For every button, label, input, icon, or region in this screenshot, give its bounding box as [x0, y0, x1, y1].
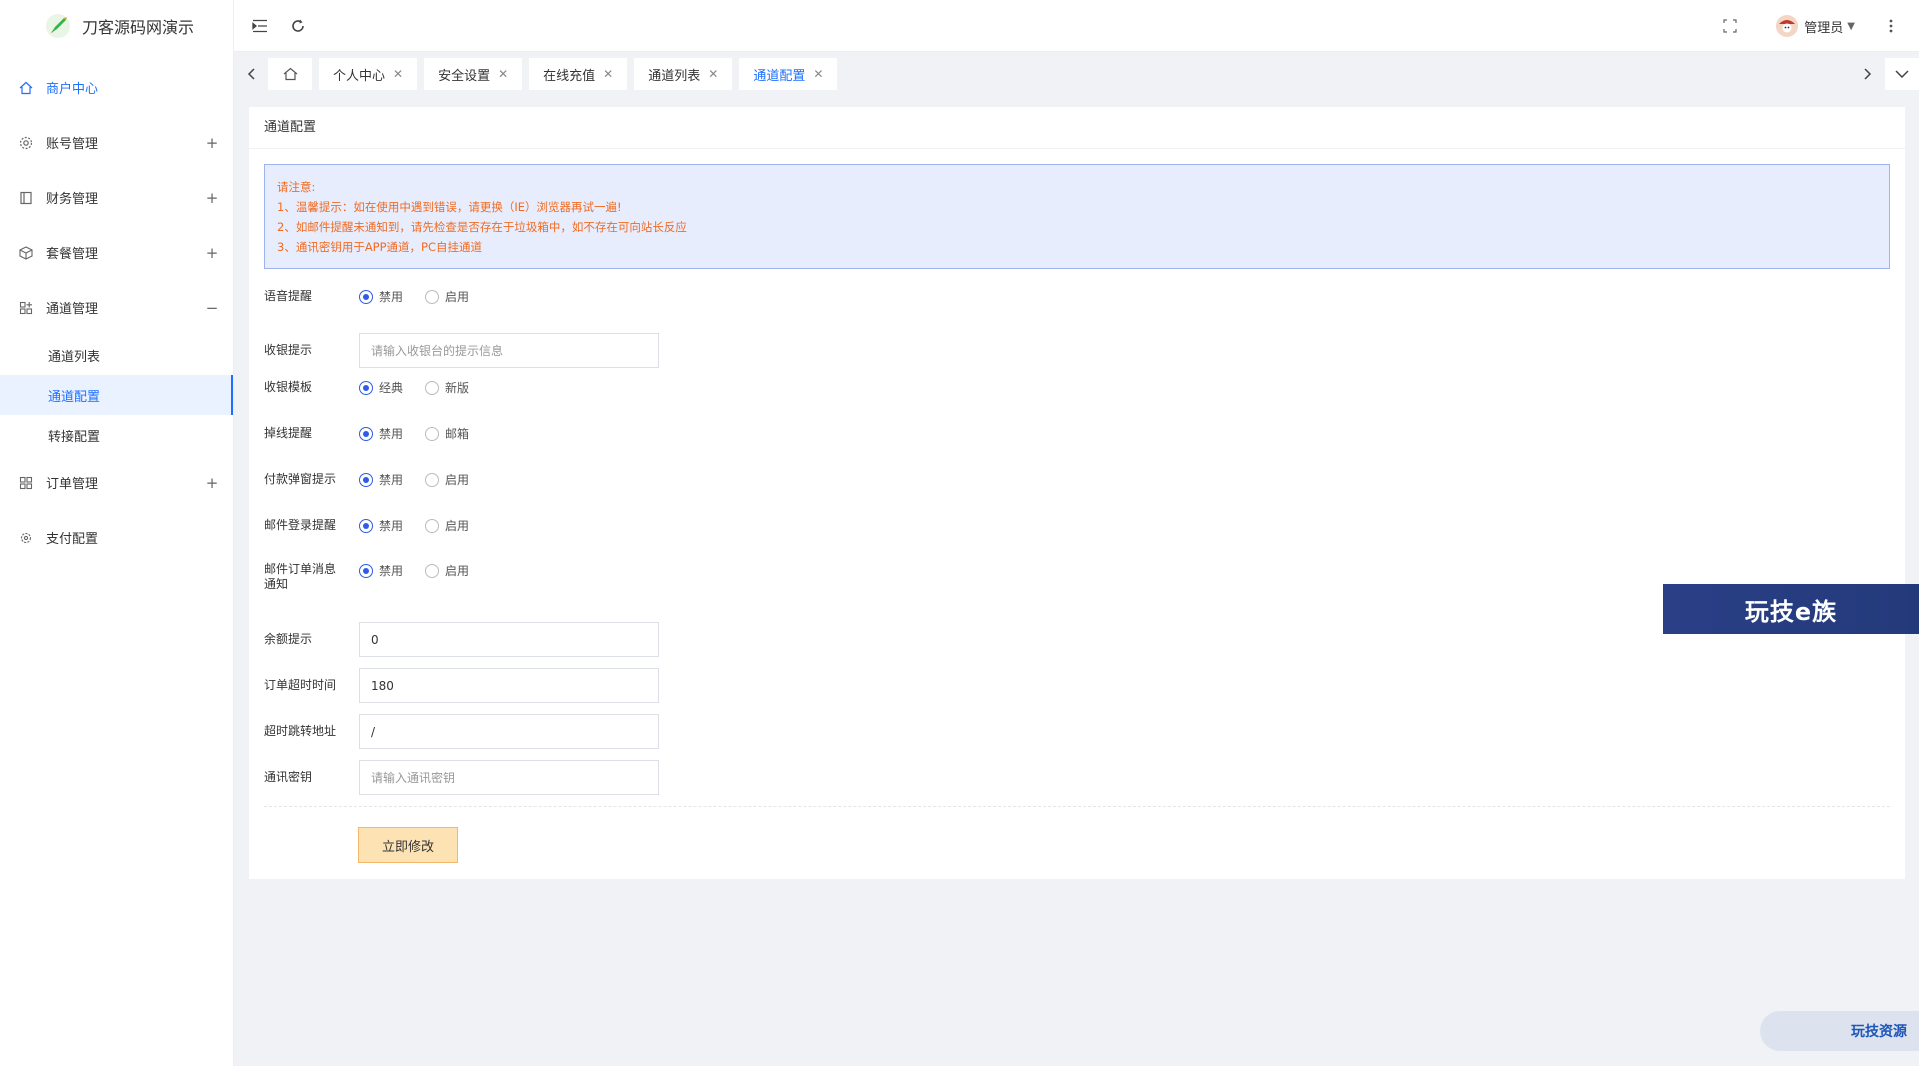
row-pay-popup: 付款弹窗提示 禁用 启用 [264, 471, 470, 488]
home-icon [283, 67, 297, 81]
expand-icon[interactable]: + [205, 474, 219, 492]
avatar[interactable] [1776, 15, 1799, 37]
radio-offline-email[interactable]: 邮箱 [425, 425, 469, 442]
expand-icon[interactable]: + [205, 134, 219, 152]
radio-template-new[interactable]: 新版 [425, 379, 469, 396]
close-icon[interactable]: ✕ [603, 67, 613, 81]
package-icon [18, 245, 34, 261]
notice-box: 请注意: 1、温馨提示：如在使用中遇到错误，请更换（IE）浏览器再试一遍! 2、… [264, 164, 1890, 269]
radio-offline-disable[interactable]: 禁用 [359, 425, 403, 442]
radio-voice-enable[interactable]: 启用 [425, 288, 469, 305]
apps-icon [18, 475, 34, 491]
radio-mail-login-disable[interactable]: 禁用 [359, 517, 403, 534]
caret-down-icon[interactable]: ▼ [1847, 21, 1855, 32]
radio-popup-disable[interactable]: 禁用 [359, 471, 403, 488]
row-secret: 通讯密钥 [264, 760, 659, 795]
row-balance: 余额提示 [264, 622, 659, 657]
sidebar-item-package[interactable]: 套餐管理 + [0, 225, 233, 280]
radio-voice-disable[interactable]: 禁用 [359, 288, 403, 305]
settings-icon [18, 530, 34, 546]
tabs-prev-icon[interactable] [234, 58, 268, 90]
notice-line: 3、通讯密钥用于APP通道，PC自挂通道 [277, 240, 483, 254]
sidebar-item-orders[interactable]: 订单管理 + [0, 455, 233, 510]
sidebar-menu-lower: 订单管理 + 支付配置 [0, 455, 233, 565]
sidebar-menu: 商户中心 账号管理 + 财务管理 + 套餐管理 + 通道管理 − [0, 60, 233, 335]
sidebar-subitem-channel-list[interactable]: 通道列表 [0, 335, 233, 375]
sidebar: 刀客源码网演示 商户中心 账号管理 + 财务管理 + 套餐管理 + 通道管理 −… [0, 0, 234, 1066]
submit-button[interactable]: 立即修改 [358, 827, 458, 863]
channel-icon [18, 300, 34, 316]
expand-icon[interactable]: + [205, 244, 219, 262]
tab-channel-config[interactable]: 通道配置 ✕ [739, 58, 838, 90]
collapse-icon[interactable]: − [205, 299, 219, 317]
tab-security-settings[interactable]: 安全设置 ✕ [424, 58, 523, 90]
rocket-logo-icon [44, 12, 72, 40]
balance-input[interactable] [359, 622, 659, 657]
close-icon[interactable]: ✕ [393, 67, 403, 81]
row-voice: 语音提醒 禁用 启用 [264, 288, 470, 305]
more-vertical-icon[interactable] [1881, 16, 1901, 36]
radio-popup-enable[interactable]: 启用 [425, 471, 469, 488]
card-title: 通道配置 [249, 107, 1905, 149]
home-icon [18, 80, 34, 96]
gear-icon [18, 135, 34, 151]
row-timeout: 订单超时时间 [264, 668, 659, 703]
sidebar-item-finance[interactable]: 财务管理 + [0, 170, 233, 225]
radio-mail-order-disable[interactable]: 禁用 [359, 562, 403, 579]
app-title: 刀客源码网演示 [82, 18, 195, 37]
tab-home[interactable] [268, 58, 312, 90]
tab-personal-center[interactable]: 个人中心 ✕ [319, 58, 418, 90]
tab-online-recharge[interactable]: 在线充值 ✕ [529, 58, 628, 90]
refresh-icon[interactable] [288, 16, 308, 36]
expand-icon[interactable]: + [205, 189, 219, 207]
row-redirect: 超时跳转地址 [264, 714, 659, 749]
radio-mail-login-enable[interactable]: 启用 [425, 517, 469, 534]
logo[interactable]: 刀客源码网演示 [0, 0, 233, 52]
row-offline: 掉线提醒 禁用 邮箱 [264, 425, 470, 442]
sidebar-item-channel[interactable]: 通道管理 − [0, 280, 233, 335]
sidebar-item-payment-config[interactable]: 支付配置 [0, 510, 233, 565]
order-timeout-input[interactable] [359, 668, 659, 703]
watermark-badge: 玩技e族 [1663, 584, 1919, 634]
row-mail-order: 邮件订单消息通知 禁用 启用 [264, 562, 470, 591]
radio-mail-order-enable[interactable]: 启用 [425, 562, 469, 579]
tabs-dropdown-icon[interactable] [1885, 58, 1919, 90]
channel-submenu: 通道列表 通道配置 转接配置 [0, 335, 233, 455]
timeout-redirect-input[interactable] [359, 714, 659, 749]
config-card: 通道配置 请注意: 1、温馨提示：如在使用中遇到错误，请更换（IE）浏览器再试一… [249, 107, 1905, 879]
tabs-next-icon[interactable] [1851, 58, 1885, 90]
ledger-icon [18, 190, 34, 206]
close-icon[interactable]: ✕ [498, 67, 508, 81]
fullscreen-icon[interactable] [1720, 16, 1740, 36]
watermark-bottom: 玩技资源 [1760, 1011, 1919, 1051]
close-icon[interactable]: ✕ [708, 67, 718, 81]
notice-line: 2、如邮件提醒未通知到，请先检查是否存在于垃圾箱中，如不存在可向站长反应 [277, 220, 687, 234]
cashier-tip-input[interactable] [359, 333, 659, 368]
row-cashier-tip: 收银提示 [264, 333, 659, 368]
row-cashier-template: 收银模板 经典 新版 [264, 379, 470, 396]
tabs-right-controls [1851, 58, 1919, 90]
tabs-bar: 个人中心 ✕ 安全设置 ✕ 在线充值 ✕ 通道列表 ✕ 通道配置 ✕ [234, 52, 1919, 96]
sidebar-subitem-transfer-config[interactable]: 转接配置 [0, 415, 233, 455]
sidebar-item-merchant-center[interactable]: 商户中心 [0, 60, 233, 115]
menu-fold-icon[interactable] [250, 16, 270, 36]
header-right: 管理员 ▼ [1720, 0, 1901, 52]
secret-key-input[interactable] [359, 760, 659, 795]
notice-line: 请注意: [277, 180, 316, 194]
sidebar-subitem-channel-config[interactable]: 通道配置 [0, 375, 233, 415]
sidebar-item-account[interactable]: 账号管理 + [0, 115, 233, 170]
form-divider [264, 806, 1890, 807]
radio-template-classic[interactable]: 经典 [359, 379, 403, 396]
top-header: 管理员 ▼ [234, 0, 1919, 52]
tab-channel-list[interactable]: 通道列表 ✕ [634, 58, 733, 90]
notice-line: 1、温馨提示：如在使用中遇到错误，请更换（IE）浏览器再试一遍! [277, 200, 622, 214]
row-mail-login: 邮件登录提醒 禁用 启用 [264, 517, 470, 534]
user-name[interactable]: 管理员 [1804, 17, 1843, 36]
close-icon[interactable]: ✕ [813, 67, 823, 81]
